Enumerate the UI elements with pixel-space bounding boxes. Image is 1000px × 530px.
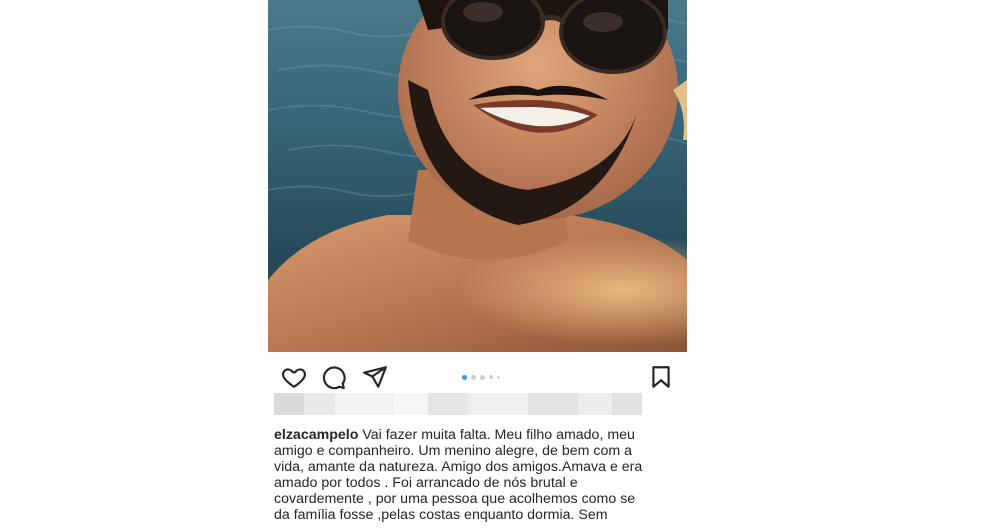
likes-line-blurred [274, 393, 642, 415]
caption-text: Vai fazer muita falta. Meu filho amado, … [362, 427, 635, 443]
carousel-dot [480, 374, 485, 380]
blur-segment [334, 393, 394, 415]
carousel-indicator [462, 374, 500, 380]
blur-segment [274, 393, 304, 415]
comment-icon[interactable] [321, 364, 347, 390]
selfie-photo-illustration [268, 0, 687, 352]
caption-line: da família fosse ,pelas costas enquanto … [274, 507, 608, 523]
instagram-post: elzacampelo Vai fazer muita falta. Meu f… [268, 0, 687, 530]
caption-line: vida, amante da natureza. Amigo dos amig… [274, 459, 643, 475]
blur-segment [468, 393, 528, 415]
post-photo[interactable] [268, 0, 687, 352]
carousel-dot [489, 375, 493, 379]
blur-segment [394, 393, 428, 415]
carousel-dot [471, 374, 476, 380]
blur-segment [612, 393, 642, 415]
carousel-dot [497, 375, 500, 379]
blur-segment [428, 393, 468, 415]
heart-icon[interactable] [281, 364, 307, 390]
send-icon[interactable] [362, 364, 388, 390]
blur-segment [528, 393, 578, 415]
bookmark-icon[interactable] [648, 364, 674, 390]
caption-line: amado por todos . Foi arrancado de nós b… [274, 475, 578, 491]
page: elzacampelo Vai fazer muita falta. Meu f… [0, 0, 1000, 530]
blur-segment [578, 393, 612, 415]
carousel-dot [462, 374, 467, 380]
caption-line: covardemente , por uma pessoa que acolhe… [274, 491, 636, 507]
post-caption: elzacampelo Vai fazer muita falta. Meu f… [274, 427, 678, 523]
caption-line: elzacampelo Vai fazer muita falta. Meu f… [274, 427, 678, 443]
blur-segment [304, 393, 334, 415]
caption-username[interactable]: elzacampelo [274, 427, 358, 443]
caption-line: amigo e companheiro. Um menino alegre, d… [274, 443, 633, 459]
post-action-bar [268, 360, 687, 394]
